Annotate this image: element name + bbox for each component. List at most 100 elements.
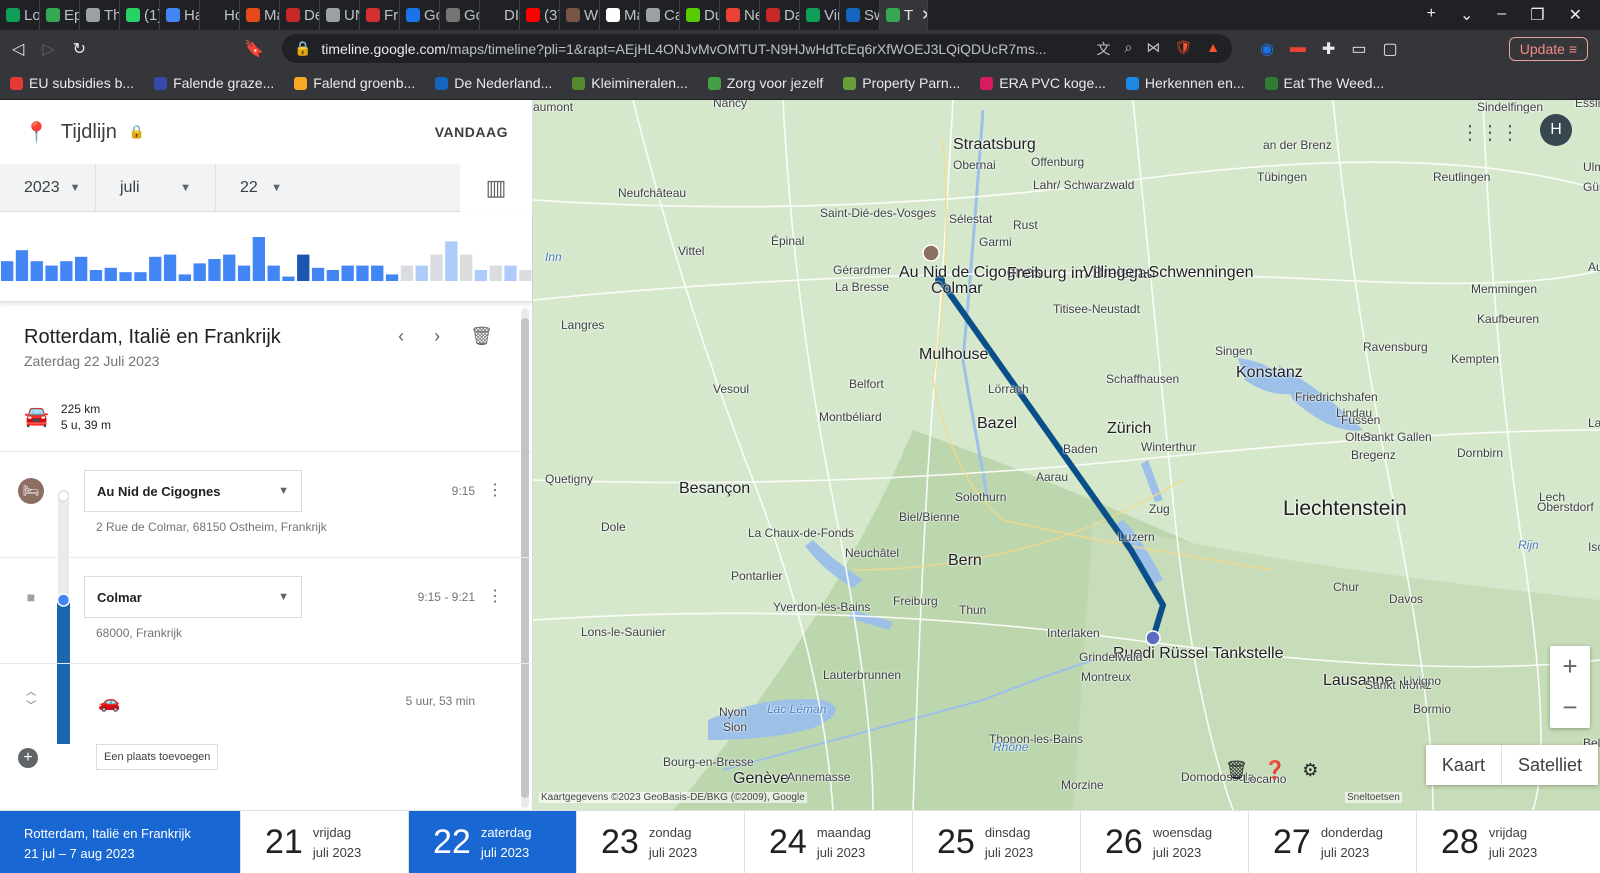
map-place-label[interactable]: Ischgl — [1588, 540, 1600, 554]
browser-tab[interactable]: New — [720, 0, 760, 30]
bookmark-item[interactable]: ERA PVC koge... — [980, 75, 1106, 91]
expand-collapse-icon[interactable]: ︿ ﹀ — [26, 686, 36, 714]
histogram-bar[interactable] — [326, 270, 339, 281]
browser-tab[interactable]: Calc — [640, 0, 680, 30]
histogram-bar[interactable] — [311, 267, 325, 281]
browser-tab[interactable]: Goo — [400, 0, 440, 30]
map-place-label[interactable]: Kaufbeuren — [1477, 312, 1539, 326]
map-place-label[interactable]: Langres — [561, 318, 604, 332]
browser-tab[interactable]: Swe — [840, 0, 880, 30]
brave-shield-icon[interactable]: 🛡 — [1174, 39, 1192, 59]
histogram-bar[interactable] — [297, 254, 310, 281]
trash-icon[interactable]: 🗑 — [1225, 760, 1248, 781]
zoom-out-icon[interactable]: − — [1562, 692, 1577, 723]
reload-icon[interactable]: ↻ — [73, 39, 86, 59]
histogram-bar[interactable] — [460, 254, 473, 281]
map-place-label[interactable]: Aarau — [1036, 470, 1068, 484]
apps-grid-icon[interactable]: ⋮⋮⋮ — [1460, 120, 1520, 145]
browser-tab[interactable]: Vinc — [800, 0, 840, 30]
histogram-bar[interactable] — [400, 265, 414, 281]
browser-tab[interactable]: (1) V — [120, 0, 160, 30]
day-card[interactable]: 28 vrijdag juli 2023 — [1416, 811, 1584, 873]
map-place-label[interactable]: Ravensburg — [1363, 340, 1428, 354]
day-card[interactable]: 27 donderdag juli 2023 — [1248, 811, 1416, 873]
map-place-label[interactable]: Rhône — [993, 740, 1028, 754]
bookmark-item[interactable]: Zorg voor jezelf — [707, 75, 823, 91]
map-place-label[interactable]: Winterthur — [1141, 440, 1196, 454]
avatar[interactable]: H — [1540, 114, 1572, 146]
histogram-bar[interactable] — [89, 270, 103, 281]
map-place-label[interactable]: Reutlingen — [1433, 170, 1490, 184]
histogram-bar[interactable] — [371, 265, 384, 281]
month-select[interactable]: juli ▼ — [96, 163, 216, 212]
map-place-label[interactable]: Besançon — [679, 480, 750, 498]
histogram-bar[interactable] — [385, 274, 399, 281]
translate-icon[interactable]: 文 — [1096, 39, 1110, 59]
map-place-label[interactable]: Biel/Bienne — [899, 510, 960, 524]
map-place-label[interactable]: Obernai — [953, 158, 996, 172]
histogram-bar[interactable] — [15, 250, 29, 281]
today-button[interactable]: VANDAAG — [435, 124, 508, 140]
map-place-label[interactable]: Offenburg — [1031, 155, 1084, 169]
bar-chart-icon[interactable]: ▥ — [460, 163, 532, 212]
browser-tab[interactable]: Log — [0, 0, 40, 30]
map-place-label[interactable]: Dornbirn — [1457, 446, 1503, 460]
stop-item[interactable]: ■ Colmar ▼ 9:15 - 9:21 ⋮ 68000, Frankrijk — [0, 558, 533, 664]
map-place-label[interactable]: Sankt Gallen — [1363, 430, 1432, 444]
map-place-label[interactable]: Vittel — [678, 244, 704, 258]
histogram-bar[interactable] — [356, 265, 369, 281]
map-place-label[interactable]: Solothurn — [955, 490, 1006, 504]
map-place-label[interactable]: Montbéliard — [819, 410, 882, 424]
settings-gear-icon[interactable]: ⚙ — [1302, 760, 1318, 781]
brave-rewards-icon[interactable]: ▲ — [1206, 39, 1220, 59]
bookmark-item[interactable]: Falend groenb... — [294, 75, 415, 91]
share-icon[interactable]: ⋈ — [1146, 39, 1160, 59]
browser-tab[interactable]: Fron — [360, 0, 400, 30]
histogram-bar[interactable] — [282, 276, 295, 281]
trip-range-card[interactable]: Rotterdam, Italië en Frankrijk 21 jul – … — [0, 811, 240, 873]
map-place-label[interactable]: Nancy — [713, 100, 747, 110]
map-place-label[interactable]: Baden — [1063, 442, 1098, 456]
histogram-bar[interactable] — [267, 265, 280, 281]
histogram-bar[interactable] — [149, 256, 162, 281]
histogram-bar[interactable] — [119, 272, 132, 281]
map-place-label[interactable]: Livigno — [1403, 674, 1441, 688]
histogram-bar[interactable] — [163, 254, 177, 281]
browser-tab[interactable]: UN g — [320, 0, 360, 30]
more-options-icon[interactable]: ⋮ — [487, 480, 503, 500]
browser-tab[interactable]: Duo — [680, 0, 720, 30]
day-card[interactable]: 26 woensdag juli 2023 — [1080, 811, 1248, 873]
map-place-label[interactable]: Gérardmer — [833, 263, 891, 277]
histogram-bar[interactable] — [504, 265, 517, 281]
bookmark-item[interactable]: Falende graze... — [154, 75, 274, 91]
browser-tab[interactable]: Epis — [40, 0, 80, 30]
map-place-label[interactable]: Lauterbrunnen — [823, 668, 901, 682]
map-place-label[interactable]: Davos — [1389, 592, 1423, 606]
map-place-label[interactable]: Sélestat — [949, 212, 992, 226]
map-place-label[interactable]: Garmi — [979, 235, 1012, 249]
map-place-label[interactable]: Rijn — [1518, 538, 1539, 552]
map-place-label[interactable]: Memmingen — [1471, 282, 1537, 296]
map-place-label[interactable]: Lahr/ Schwarzwald — [1033, 178, 1134, 192]
map-place-label[interactable]: Bazel — [977, 415, 1017, 433]
histogram-bar[interactable] — [430, 254, 443, 281]
bookmark-item[interactable]: De Nederland... — [435, 75, 552, 91]
map-place-label[interactable]: Singen — [1215, 344, 1252, 358]
map-place-label[interactable]: Montreux — [1081, 670, 1131, 684]
map-place-label[interactable]: La Chaux-de-Fonds — [748, 526, 854, 540]
map-place-label[interactable]: Landsb am Le — [1588, 416, 1600, 430]
map-type-satellite-button[interactable]: Satelliet — [1500, 745, 1598, 785]
map-place-label[interactable]: Inn — [545, 250, 562, 264]
map-place-label[interactable]: Chur — [1333, 580, 1359, 594]
forward-icon[interactable]: ▷ — [42, 39, 54, 59]
browser-tab[interactable]: Mal — [240, 0, 280, 30]
map-place-label[interactable]: Lons-le-Saunier — [581, 625, 666, 639]
map-place-label[interactable]: Quetigny — [545, 472, 593, 486]
map-place-label[interactable]: Schaffhausen — [1106, 372, 1179, 386]
map-place-label[interactable]: Friedrichshafen — [1295, 390, 1378, 404]
map-place-label[interactable]: Bormio — [1413, 702, 1451, 716]
map-place-label[interactable]: Nyon — [719, 705, 747, 719]
map-place-label[interactable]: Lech — [1539, 490, 1565, 504]
map-view[interactable]: Nancy Straatsburg Offenburg Obernai Lahr/ Sc… — [533, 100, 1600, 810]
histogram-bar[interactable] — [252, 237, 265, 281]
